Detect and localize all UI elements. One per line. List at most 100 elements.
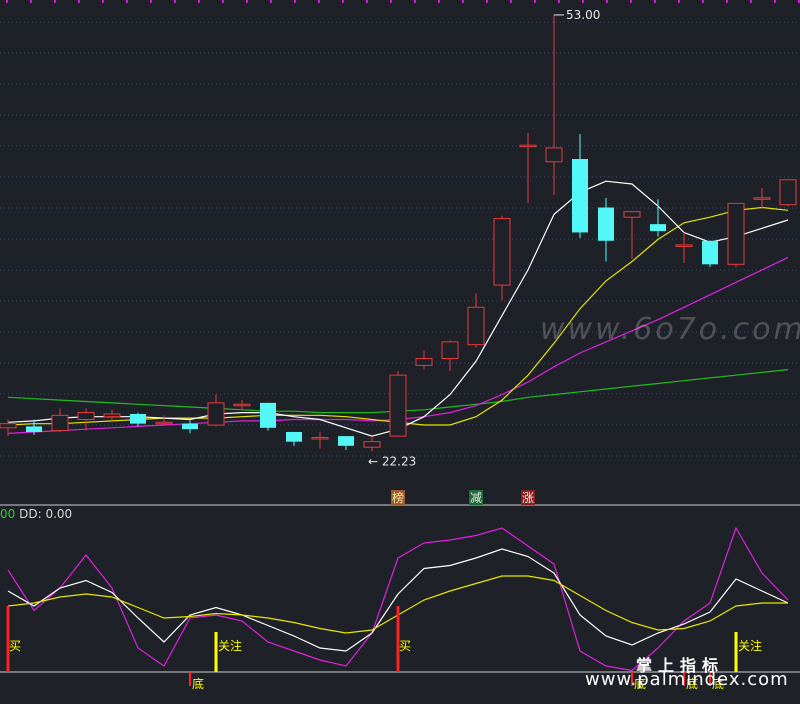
top-tick	[582, 0, 584, 3]
top-tick	[198, 0, 200, 3]
candle	[338, 436, 354, 450]
candle	[650, 199, 666, 237]
bottom-label: 底	[192, 676, 204, 691]
candle-body	[260, 402, 276, 428]
candle	[77, 408, 95, 431]
tag-label: 榜	[392, 490, 404, 505]
candle	[675, 232, 693, 263]
candle-body	[389, 374, 407, 437]
candle-body	[753, 197, 771, 200]
candle	[311, 431, 329, 449]
candle-body	[415, 358, 433, 366]
candle-body	[598, 207, 614, 241]
watch-label: 关注	[738, 638, 762, 653]
top-tick	[54, 0, 56, 3]
top-tick	[6, 0, 8, 3]
candle-body	[233, 403, 251, 407]
top-tick	[294, 0, 296, 3]
candle	[572, 134, 588, 238]
top-tick	[702, 0, 704, 3]
candle-body	[702, 240, 718, 265]
top-tick	[438, 0, 440, 3]
candle	[623, 211, 641, 259]
candle	[467, 293, 485, 348]
top-tick	[486, 0, 488, 3]
watermark-url: www.palmindex.com	[585, 669, 789, 690]
top-tick	[630, 0, 632, 3]
top-tick	[270, 0, 272, 3]
candle	[598, 197, 614, 262]
candle-body	[26, 426, 42, 432]
top-tick	[774, 0, 776, 3]
top-tick	[678, 0, 680, 3]
candle-body	[441, 341, 459, 360]
top-tick	[366, 0, 368, 3]
top-tick	[30, 0, 32, 3]
candle-body	[103, 413, 121, 418]
candle-body	[493, 218, 511, 286]
dd-lead-value: 00	[0, 507, 16, 521]
candle-body	[130, 413, 146, 424]
candle-body	[779, 179, 797, 206]
candle-body	[727, 202, 745, 265]
top-tick	[102, 0, 104, 3]
candle-body	[675, 244, 693, 247]
top-tick	[222, 0, 224, 3]
candle-body	[286, 431, 302, 442]
buy-label: 买	[9, 639, 21, 653]
top-tick	[174, 0, 176, 3]
top-tick	[558, 0, 560, 3]
stock-chart: 53.00← 22.23 榜减涨 买买关注 关注底底底底	[0, 0, 800, 691]
top-tick	[78, 0, 80, 3]
candle-body	[155, 421, 173, 425]
top-tick	[246, 0, 248, 3]
candle-body	[77, 412, 95, 420]
candle	[363, 436, 381, 452]
candle	[441, 340, 459, 372]
candle-body	[572, 159, 588, 233]
buy-label: 买	[399, 639, 411, 653]
top-tick	[342, 0, 344, 3]
candle	[182, 419, 198, 434]
candle	[702, 240, 718, 268]
candle-body	[182, 423, 198, 430]
tag-label: 减	[470, 491, 482, 505]
bottom-bar	[189, 672, 191, 686]
candle-body	[363, 441, 381, 448]
top-tick	[726, 0, 728, 3]
dd-value: DD: 0.00	[19, 507, 73, 521]
candle	[389, 371, 407, 437]
candle	[415, 350, 433, 370]
candle-body	[51, 414, 69, 432]
top-tick	[414, 0, 416, 3]
top-tick	[510, 0, 512, 3]
candle	[260, 402, 276, 431]
candle	[545, 14, 563, 196]
dd-readout: 00 DD: 0.00	[0, 507, 72, 521]
top-tick	[318, 0, 320, 3]
high-label: 53.00	[566, 8, 600, 22]
candle	[207, 394, 225, 427]
candle-body	[519, 144, 537, 148]
candle-body	[623, 211, 641, 218]
top-tick	[126, 0, 128, 3]
top-tick	[150, 0, 152, 3]
candle	[233, 400, 251, 410]
candle-body	[311, 437, 329, 440]
watch-label: 关注	[218, 638, 242, 653]
candle	[753, 188, 771, 209]
candle	[155, 415, 173, 426]
candle-body	[0, 423, 17, 429]
top-tick	[654, 0, 656, 3]
candle-body	[207, 402, 225, 426]
candle-body	[338, 436, 354, 446]
candle-body	[545, 147, 563, 163]
top-tick	[750, 0, 752, 3]
tag-label: 涨	[522, 490, 534, 505]
candle	[727, 202, 745, 268]
candle	[130, 412, 146, 427]
top-tick	[462, 0, 464, 3]
candle	[286, 431, 302, 446]
candle	[519, 132, 537, 204]
low-label: ← 22.23	[368, 454, 416, 468]
